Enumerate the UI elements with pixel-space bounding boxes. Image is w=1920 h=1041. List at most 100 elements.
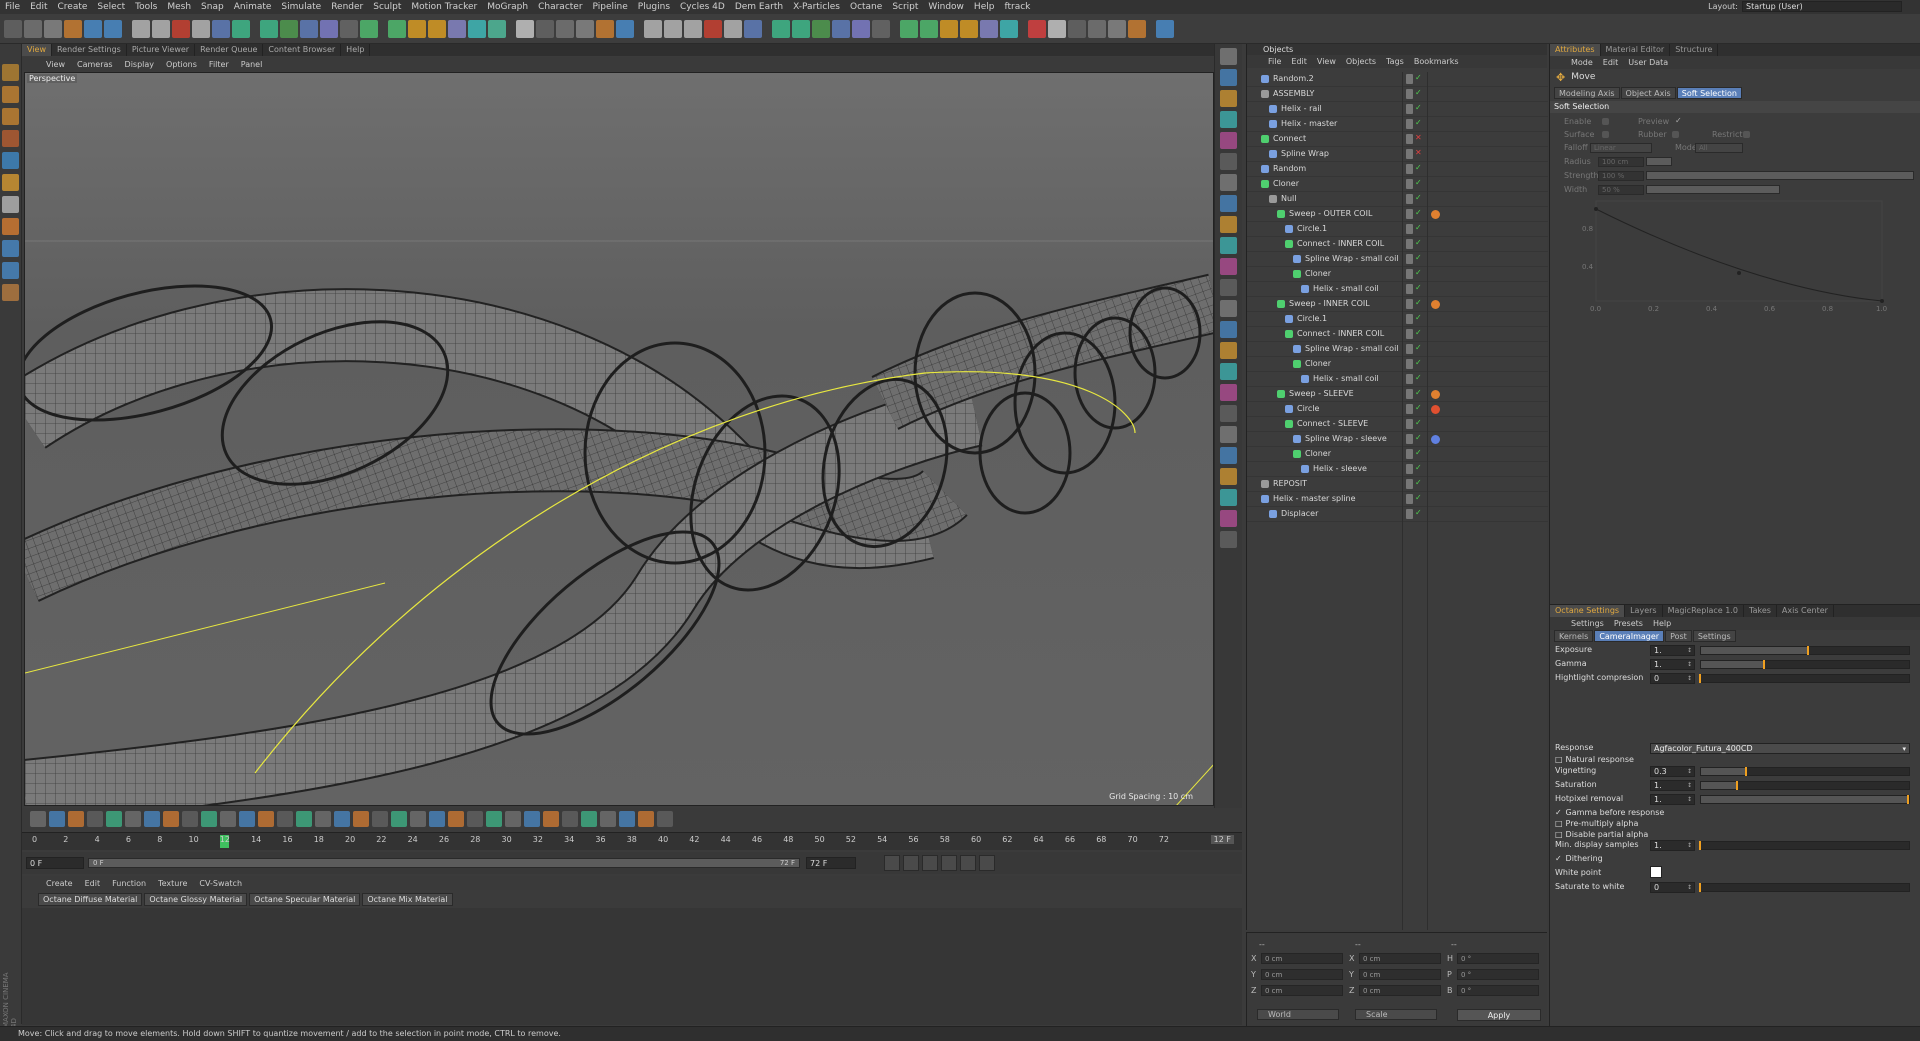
viewport-tool-icon[interactable] [1220, 342, 1237, 359]
enabled-check-icon[interactable]: ✓ [1415, 508, 1422, 517]
viewport-tool-icon[interactable] [1220, 258, 1237, 275]
preview-checkbox[interactable]: ✓ [1675, 116, 1682, 125]
object-name[interactable]: Circle.1 [1297, 224, 1327, 233]
toolbar-tool-icon[interactable] [1156, 19, 1174, 38]
object-row[interactable]: Random.2 ✓ [1247, 72, 1548, 87]
coord-field[interactable]: 0 cm [1261, 985, 1343, 996]
material-area[interactable] [22, 908, 1242, 1025]
object-name[interactable]: Connect - SLEEVE [1297, 419, 1368, 428]
radius-field[interactable]: 100 cm [1598, 157, 1644, 167]
toolbar-tool-icon[interactable] [704, 19, 722, 38]
anim-tool-icon[interactable] [201, 811, 217, 827]
visibility-toggle[interactable] [1406, 344, 1413, 354]
object-menu-tags[interactable]: Tags [1381, 57, 1409, 66]
strength-slider[interactable] [1646, 171, 1914, 180]
vignetting-slider[interactable] [1700, 767, 1910, 776]
anim-tool-icon[interactable] [87, 811, 103, 827]
object-name[interactable]: ASSEMBLY [1273, 89, 1314, 98]
visibility-toggle[interactable] [1406, 224, 1413, 234]
octane-subtab-settings[interactable]: Settings [1692, 630, 1736, 642]
visibility-toggle[interactable] [1406, 299, 1413, 309]
object-row[interactable]: Spline Wrap ✕ [1247, 147, 1548, 162]
anim-tool-icon[interactable] [638, 811, 654, 827]
attr-tab-structure[interactable]: Structure [1670, 44, 1719, 56]
apply-button[interactable]: Apply [1457, 1009, 1541, 1021]
visibility-toggle[interactable] [1406, 434, 1413, 444]
enabled-check-icon[interactable]: ✓ [1415, 163, 1422, 172]
anim-tool-icon[interactable] [106, 811, 122, 827]
coord-field[interactable]: 0 cm [1359, 969, 1441, 980]
toolbar-tool-icon[interactable] [536, 19, 554, 38]
toolbar-tool-icon[interactable] [960, 19, 978, 38]
anim-tool-icon[interactable] [125, 811, 141, 827]
anim-tool-icon[interactable] [182, 811, 198, 827]
anim-tool-icon[interactable] [220, 811, 236, 827]
toolbar-tool-icon[interactable] [488, 19, 506, 38]
anim-tool-icon[interactable] [372, 811, 388, 827]
start-frame-field[interactable]: 0 F [26, 857, 84, 869]
object-name[interactable]: Null [1281, 194, 1297, 203]
play-icon[interactable] [922, 855, 938, 871]
visibility-toggle[interactable] [1406, 419, 1413, 429]
toolbar-tool-icon[interactable] [84, 19, 102, 38]
enabled-check-icon[interactable]: ✓ [1415, 283, 1422, 292]
anim-tool-icon[interactable] [429, 811, 445, 827]
anim-tool-icon[interactable] [144, 811, 160, 827]
viewport-tab-help[interactable]: Help [341, 44, 371, 56]
enabled-check-icon[interactable]: ✓ [1415, 418, 1422, 427]
menu-sculpt[interactable]: Sculpt [368, 2, 406, 12]
menu-octane[interactable]: Octane [845, 2, 887, 12]
object-tag-icon[interactable] [1431, 300, 1440, 309]
enabled-check-icon[interactable]: ✓ [1415, 328, 1422, 337]
object-row[interactable]: REPOSIT ✓ [1247, 477, 1548, 492]
menu-script[interactable]: Script [887, 2, 923, 12]
object-name[interactable]: Helix - master spline [1273, 494, 1356, 503]
exposure-slider[interactable] [1700, 646, 1910, 655]
menu-character[interactable]: Character [533, 2, 587, 12]
highlight-slider[interactable] [1699, 674, 1910, 683]
object-row[interactable]: Helix - sleeve ✓ [1247, 462, 1548, 477]
object-name[interactable]: Random.2 [1273, 74, 1314, 83]
timeline-ruler[interactable]: 12 F 0 2 4 6 8 10 12 14 16 18 20 22 24 26 28 30 32 34 36 38… [22, 832, 1242, 850]
object-row[interactable]: Circle.1 ✓ [1247, 222, 1548, 237]
octane-tab-axis-center[interactable]: Axis Center [1777, 605, 1834, 617]
object-row[interactable]: Sweep - OUTER COIL ✓ [1247, 207, 1548, 222]
toolbar-tool-icon[interactable] [132, 19, 150, 38]
coord-field[interactable]: 0 ° [1457, 969, 1539, 980]
toolbar-tool-icon[interactable] [684, 19, 702, 38]
object-row[interactable]: Connect ✕ [1247, 132, 1548, 147]
visibility-toggle[interactable] [1406, 134, 1413, 144]
viewport-tool-icon[interactable] [1220, 195, 1237, 212]
visibility-toggle[interactable] [1406, 314, 1413, 324]
hotpixel-field[interactable]: 1. [1650, 794, 1695, 805]
enabled-check-icon[interactable]: ✓ [1415, 343, 1422, 352]
toolbar-tool-icon[interactable] [616, 19, 634, 38]
object-name[interactable]: Sweep - SLEEVE [1289, 389, 1354, 398]
vignetting-field[interactable]: 0.3 [1650, 766, 1695, 777]
object-tag-icon[interactable] [1431, 210, 1440, 219]
object-name[interactable]: Cloner [1305, 359, 1331, 368]
enabled-check-icon[interactable]: ✓ [1415, 178, 1422, 187]
anim-tool-icon[interactable] [505, 811, 521, 827]
strength-field[interactable]: 100 % [1598, 171, 1644, 181]
menu-select[interactable]: Select [92, 2, 130, 12]
left-tool-icon[interactable] [2, 196, 19, 213]
rubber-checkbox[interactable] [1672, 131, 1679, 138]
radius-slider[interactable] [1646, 157, 1672, 166]
enabled-check-icon[interactable]: ✓ [1415, 73, 1422, 82]
object-row[interactable]: Cloner ✓ [1247, 447, 1548, 462]
left-tool-icon[interactable] [2, 262, 19, 279]
visibility-toggle[interactable] [1406, 374, 1413, 384]
object-name[interactable]: Helix - small coil [1313, 374, 1379, 383]
toolbar-tool-icon[interactable] [24, 19, 42, 38]
object-name[interactable]: Spline Wrap [1281, 149, 1329, 158]
viewport-3d[interactable]: Perspective Grid Spacing : 10 cm [24, 72, 1214, 806]
toolbar-tool-icon[interactable] [428, 19, 446, 38]
visibility-toggle[interactable] [1406, 104, 1413, 114]
octane-subtab-kernels[interactable]: Kernels [1554, 630, 1594, 642]
octane-tab-magicreplace-1-0[interactable]: MagicReplace 1.0 [1663, 605, 1744, 617]
disabled-x-icon[interactable]: ✕ [1415, 133, 1422, 142]
object-row[interactable]: Sweep - SLEEVE ✓ [1247, 387, 1548, 402]
coord-field[interactable]: 0 ° [1457, 985, 1539, 996]
enabled-check-icon[interactable]: ✓ [1415, 118, 1422, 127]
